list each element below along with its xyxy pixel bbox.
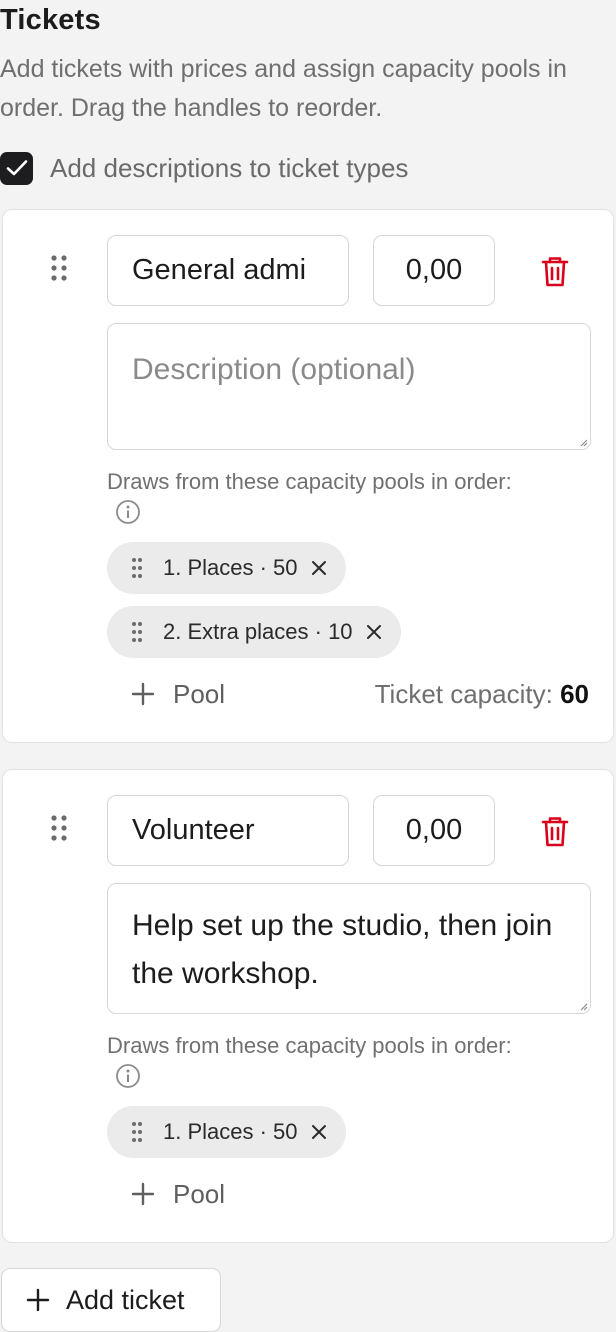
add-pool-button[interactable]: Pool <box>131 676 225 712</box>
pool-chip[interactable]: 1. Places · 50 <box>107 542 346 594</box>
add-ticket-button[interactable]: Add ticket <box>1 1268 221 1332</box>
ticket-card: General admi 0,00 Description (optional)… <box>2 209 614 743</box>
section-subtitle: Add tickets with prices and assign capac… <box>0 55 567 122</box>
add-ticket-label: Add ticket <box>66 1284 185 1315</box>
drag-handle-icon[interactable] <box>131 621 143 643</box>
delete-ticket-button[interactable] <box>539 254 571 288</box>
drag-handle-icon[interactable] <box>131 557 143 579</box>
ticket-capacity: Ticket capacity: 60 <box>375 679 589 710</box>
drag-handle-icon[interactable] <box>49 814 69 847</box>
pools-label-text: Draws from these capacity pools in order… <box>107 1033 512 1058</box>
trash-icon <box>541 257 569 287</box>
add-pool-label: Pool <box>173 678 226 709</box>
ticket-capacity-label: Ticket capacity: <box>374 679 553 709</box>
close-icon[interactable] <box>310 1123 328 1141</box>
pool-chip-label: 2. Extra places · 10 <box>163 619 353 644</box>
resize-grip-icon[interactable] <box>580 439 588 447</box>
ticket-card: Volunteer 0,00 Help set up the studio, t… <box>2 769 614 1243</box>
ticket-price-input[interactable]: 0,00 <box>373 235 495 306</box>
descriptions-checkbox[interactable] <box>0 151 33 185</box>
info-icon[interactable] <box>115 1063 141 1098</box>
delete-ticket-button[interactable] <box>539 814 571 848</box>
ticket-price-input[interactable]: 0,00 <box>373 795 495 866</box>
plus-icon <box>26 1288 50 1312</box>
pool-chip[interactable]: 1. Places · 50 <box>107 1106 346 1158</box>
pool-chip[interactable]: 2. Extra places · 10 <box>107 606 401 658</box>
ticket-name-input[interactable]: Volunteer <box>107 795 349 866</box>
plus-icon <box>131 682 155 706</box>
pools-label-text: Draws from these capacity pools in order… <box>107 469 512 494</box>
plus-icon <box>131 1182 155 1206</box>
add-pool-button[interactable]: Pool <box>131 1176 225 1212</box>
info-icon[interactable] <box>115 499 141 534</box>
check-icon <box>6 160 27 176</box>
description-placeholder: Description (optional) <box>132 353 416 386</box>
resize-grip-icon[interactable] <box>580 1003 588 1011</box>
pools-label: Draws from these capacity pools in order… <box>107 466 537 534</box>
close-icon[interactable] <box>310 559 328 577</box>
drag-handle-icon[interactable] <box>49 254 69 287</box>
pools-label: Draws from these capacity pools in order… <box>107 1030 537 1098</box>
drag-handle-icon[interactable] <box>131 1121 143 1143</box>
section-title: Tickets <box>0 4 101 36</box>
ticket-description-input[interactable]: Description (optional) <box>107 323 591 450</box>
descriptions-toggle-label: Add descriptions to ticket types <box>50 152 409 183</box>
trash-icon <box>541 817 569 847</box>
close-icon[interactable] <box>365 623 383 641</box>
pool-chip-label: 1. Places · 50 <box>163 555 298 580</box>
add-pool-label: Pool <box>173 1178 226 1209</box>
descriptions-toggle[interactable]: Add descriptions to ticket types <box>0 151 408 185</box>
description-text: Help set up the studio, then join the wo… <box>132 909 553 990</box>
pool-chip-label: 1. Places · 50 <box>163 1119 298 1144</box>
ticket-capacity-value: 60 <box>560 679 589 709</box>
ticket-description-input[interactable]: Help set up the studio, then join the wo… <box>107 883 591 1014</box>
ticket-name-input[interactable]: General admi <box>107 235 349 306</box>
